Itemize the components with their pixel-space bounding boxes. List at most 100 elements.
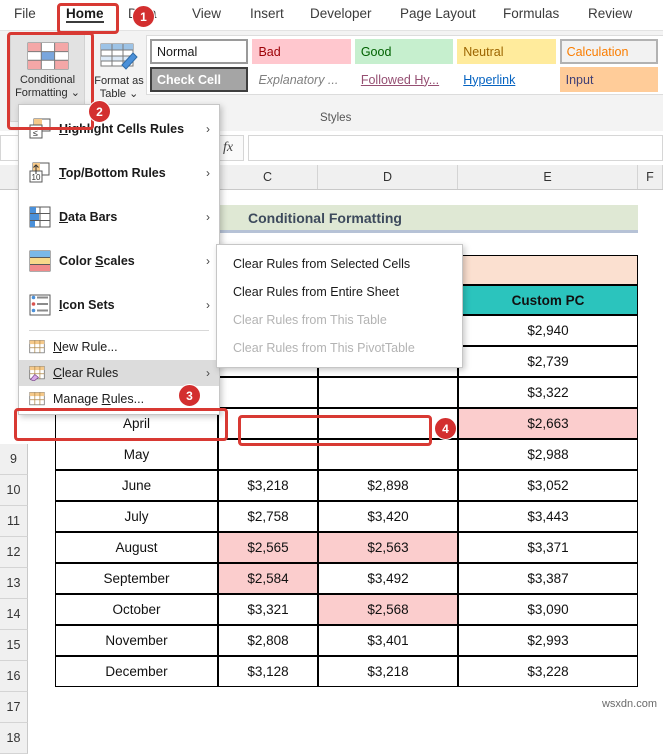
menu-item-label: Manage Rules... xyxy=(53,392,145,406)
chevron-down-icon[interactable]: ⌄ xyxy=(129,88,138,100)
data-cell-laptop[interactable]: $3,218 xyxy=(318,656,458,687)
menu-item-color-scales[interactable]: Color Scales › xyxy=(19,239,219,283)
chevron-right-icon: › xyxy=(206,210,210,224)
data-cell-custom_pc[interactable]: $3,052 xyxy=(458,470,638,501)
data-cell-smartphone[interactable]: $3,218 xyxy=(218,470,318,501)
data-cell-custom_pc[interactable]: $3,387 xyxy=(458,563,638,594)
row-header-9[interactable]: 9 xyxy=(0,444,28,475)
submenu-item-clear-rules-from-entire-sheet[interactable]: Clear Rules from Entire Sheet xyxy=(217,278,462,306)
data-cell-laptop[interactable] xyxy=(318,439,458,470)
conditional-formatting-menu[interactable]: ≤ Highlight Cells Rules › 10 Top/Bottom Rule… xyxy=(18,104,220,415)
row-header-11[interactable]: 11 xyxy=(0,506,28,537)
data-cell-custom_pc[interactable]: $3,322 xyxy=(458,377,638,408)
menu-item-clear-rules[interactable]: Clear Rules › xyxy=(19,360,219,386)
chevron-right-icon: › xyxy=(206,254,210,268)
row-header-13[interactable]: 13 xyxy=(0,568,28,599)
conditional-formatting-label-1: Conditional xyxy=(19,74,76,86)
data-cell-month[interactable]: July xyxy=(55,501,218,532)
callout-badge-3: 3 xyxy=(178,384,201,407)
data-cell-smartphone[interactable]: $2,584 xyxy=(218,563,318,594)
data-cell-smartphone[interactable]: $3,128 xyxy=(218,656,318,687)
cell-style-check-cell[interactable]: Check Cell xyxy=(150,67,249,92)
menu-item-label: Icon Sets xyxy=(59,298,115,312)
data-cell-month[interactable]: October xyxy=(55,594,218,625)
ribbon-tab-formulas[interactable]: Formulas xyxy=(503,6,559,21)
row-header-12[interactable]: 12 xyxy=(0,537,28,568)
data-cell-custom_pc[interactable]: $3,443 xyxy=(458,501,638,532)
column-header-F[interactable]: F xyxy=(638,165,663,189)
data-cell-custom_pc[interactable]: $2,988 xyxy=(458,439,638,470)
data-cell-custom_pc[interactable]: $3,228 xyxy=(458,656,638,687)
data-cell-laptop[interactable]: $3,492 xyxy=(318,563,458,594)
data-cell-month[interactable]: May xyxy=(55,439,218,470)
row-header-17[interactable]: 17 xyxy=(0,692,28,723)
formula-input[interactable] xyxy=(248,135,663,161)
data-cell-custom_pc[interactable]: $2,663 xyxy=(458,408,638,439)
data-cell-custom_pc[interactable]: $2,993 xyxy=(458,625,638,656)
column-header-D[interactable]: D xyxy=(318,165,458,189)
callout-badge-4: 4 xyxy=(434,417,457,440)
product-column-header-custom_pc[interactable]: Custom PC xyxy=(458,285,638,315)
data-cell-smartphone[interactable] xyxy=(218,408,318,439)
data-cell-month[interactable]: November xyxy=(55,625,218,656)
cell-style-normal[interactable]: Normal xyxy=(150,39,249,64)
data-cell-month[interactable]: August xyxy=(55,532,218,563)
data-cell-custom_pc[interactable]: $3,090 xyxy=(458,594,638,625)
ribbon-tab-insert[interactable]: Insert xyxy=(250,6,284,21)
cell-style-calculation[interactable]: Calculation xyxy=(559,39,659,64)
data-cell-smartphone[interactable] xyxy=(218,439,318,470)
cell-style-bad[interactable]: Bad xyxy=(252,39,351,64)
ribbon-tab-home[interactable]: Home xyxy=(66,6,104,23)
data-cell-laptop[interactable]: $3,401 xyxy=(318,625,458,656)
menu-item-new-rule[interactable]: New Rule... xyxy=(19,334,219,360)
data-cell-month[interactable]: December xyxy=(55,656,218,687)
menu-item-icon-sets[interactable]: Icon Sets › xyxy=(19,283,219,327)
row-header-18[interactable]: 18 xyxy=(0,723,28,754)
menu-item-label: Top/Bottom Rules xyxy=(59,166,166,180)
svg-text:10: 10 xyxy=(32,173,41,182)
ribbon-tab-review[interactable]: Review xyxy=(588,6,632,21)
data-cell-custom_pc[interactable]: $2,739 xyxy=(458,346,638,377)
cell-style-good[interactable]: Good xyxy=(354,39,454,64)
ribbon-tab-file[interactable]: File xyxy=(14,6,36,21)
data-cell-laptop[interactable]: $2,563 xyxy=(318,532,458,563)
cell-style-hyperlink[interactable]: Hyperlink xyxy=(457,67,556,92)
clear-rules-submenu[interactable]: Clear Rules from Selected Cells Clear Rul… xyxy=(216,244,463,368)
menu-item-data-bars[interactable]: Data Bars › xyxy=(19,195,219,239)
data-cell-custom_pc[interactable]: $3,371 xyxy=(458,532,638,563)
cell-style-input[interactable]: Input xyxy=(559,67,659,92)
ribbon-tab-page-layout[interactable]: Page Layout xyxy=(400,6,476,21)
column-header-E[interactable]: E xyxy=(458,165,638,189)
title-banner-cell[interactable]: Conditional Formatting xyxy=(218,205,638,233)
manage-rules-icon xyxy=(29,392,45,406)
cell-style-explanatory[interactable]: Explanatory ... xyxy=(252,67,351,92)
data-cell-smartphone[interactable]: $2,808 xyxy=(218,625,318,656)
row-header-15[interactable]: 15 xyxy=(0,630,28,661)
data-cell-custom_pc[interactable]: $2,940 xyxy=(458,315,638,346)
cell-style-followed-hy[interactable]: Followed Hy... xyxy=(354,67,454,92)
submenu-item-clear-rules-from-selected-cells[interactable]: Clear Rules from Selected Cells xyxy=(217,250,462,278)
chevron-down-icon[interactable]: ⌄ xyxy=(71,87,80,99)
cell-style-neutral[interactable]: Neutral xyxy=(457,39,556,64)
ribbon-tab-developer[interactable]: Developer xyxy=(310,6,372,21)
menu-item-highlight-cells-rules[interactable]: ≤ Highlight Cells Rules › xyxy=(19,107,219,151)
ribbon-tab-view[interactable]: View xyxy=(192,6,221,21)
color-scales-icon xyxy=(29,250,51,272)
data-cell-smartphone[interactable]: $2,565 xyxy=(218,532,318,563)
column-header-C[interactable]: C xyxy=(218,165,318,189)
data-cell-smartphone[interactable]: $3,321 xyxy=(218,594,318,625)
cell-styles-gallery[interactable]: Normal Bad Good Neutral Calculation Check Cel… xyxy=(146,35,663,95)
data-cell-laptop[interactable]: $2,898 xyxy=(318,470,458,501)
row-header-14[interactable]: 14 xyxy=(0,599,28,630)
styles-group-label: Styles xyxy=(320,112,352,124)
data-cell-laptop[interactable] xyxy=(318,377,458,408)
row-header-10[interactable]: 10 xyxy=(0,475,28,506)
data-cell-smartphone[interactable] xyxy=(218,377,318,408)
data-cell-laptop[interactable]: $3,420 xyxy=(318,501,458,532)
data-cell-month[interactable]: June xyxy=(55,470,218,501)
row-header-16[interactable]: 16 xyxy=(0,661,28,692)
data-cell-laptop[interactable]: $2,568 xyxy=(318,594,458,625)
menu-item-top-bottom-rules[interactable]: 10 Top/Bottom Rules › xyxy=(19,151,219,195)
data-cell-month[interactable]: September xyxy=(55,563,218,594)
data-cell-smartphone[interactable]: $2,758 xyxy=(218,501,318,532)
